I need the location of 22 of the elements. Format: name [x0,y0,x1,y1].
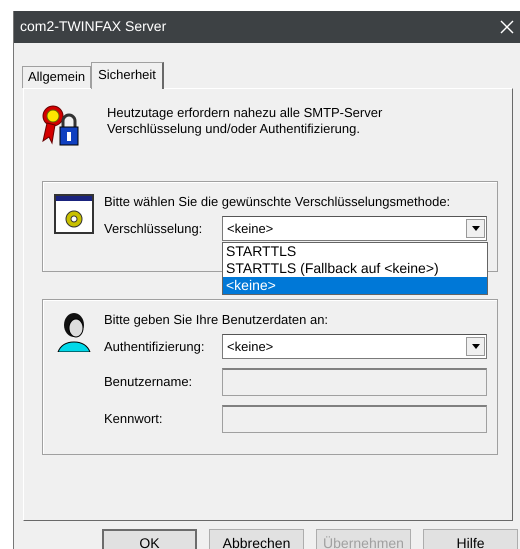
intro-text: Heutzutage erfordern nahezu alle SMTP-Server Verschlüsselung und/oder Authentifizierung. [107,104,382,138]
close-icon[interactable] [500,20,514,34]
prompt-text: Bitte geben Sie Ihre Benutzerdaten an: [104,312,330,328]
dropdown-arrow-icon [472,226,480,232]
field-label: Verschlüsselung: [104,220,204,237]
window-title: com2-TWINFAX Server [20,18,166,36]
encryption-dropdown[interactable]: <keine> [222,216,487,242]
dropdown-option[interactable]: <keine> [223,277,487,294]
field-label: Kennwort: [104,411,164,428]
dialog-button[interactable]: Abbrechen [209,529,304,549]
dropdown-option[interactable]: STARTTLS [223,243,487,260]
dropdown-option[interactable]: STARTTLS (Fallback auf <keine>) [223,260,487,278]
dropdown-arrow-icon [472,344,480,350]
field-label: Authentifizierung: [104,338,206,355]
settings-window-icon [54,194,94,234]
dialog-button[interactable]: Hilfe [423,529,518,549]
tab[interactable]: Allgemein [22,66,92,88]
tab[interactable]: Sicherheit [91,62,164,89]
auth-dropdown[interactable]: <keine> [222,334,487,360]
prompt-text: Bitte wählen Sie die gewünschte Verschlüsselungsmethode: [104,194,452,210]
dialog-button[interactable]: OK [102,529,197,549]
field-label: Benutzername: [104,374,194,390]
